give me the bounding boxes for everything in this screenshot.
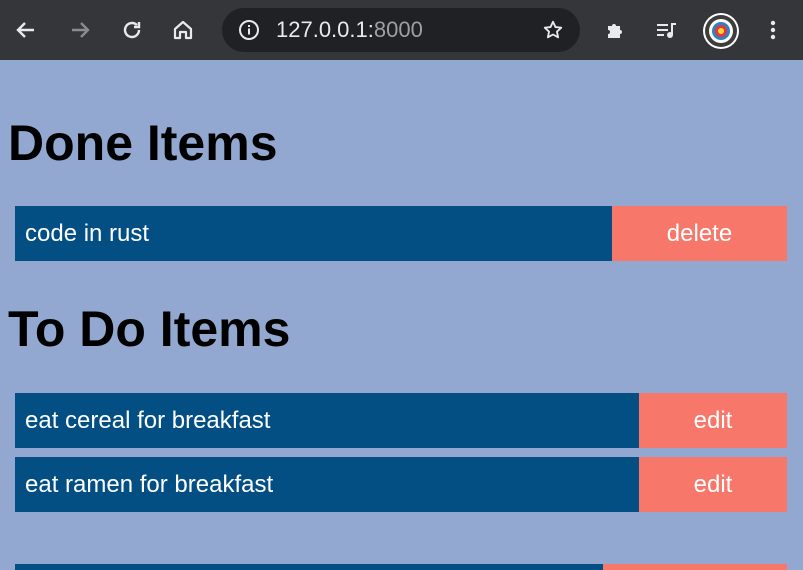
media-queue-icon <box>657 23 676 38</box>
reload-icon <box>123 21 141 39</box>
media-queue-button[interactable] <box>650 12 682 48</box>
todo-items-heading: To Do Items <box>8 301 291 357</box>
delete-button[interactable]: delete <box>612 206 787 261</box>
edit-button[interactable]: edit <box>639 393 787 448</box>
address-bar[interactable]: 127.0.0.1:8000 <box>222 8 580 52</box>
edit-button[interactable]: edit <box>639 457 787 512</box>
home-icon <box>173 20 193 40</box>
todo-item-title: eat ramen for breakfast <box>15 457 639 512</box>
page-content: Done Items code in rust delete To Do Ite… <box>0 60 803 570</box>
puzzle-icon <box>608 24 622 38</box>
url-host: 127.0.0.1: <box>276 17 374 42</box>
todo-item-title: eat cereal for breakfast <box>15 393 639 448</box>
partial-item-row <box>15 564 787 570</box>
forward-button[interactable] <box>64 12 96 48</box>
extensions-button[interactable] <box>600 12 632 48</box>
reload-button[interactable] <box>116 12 148 48</box>
forward-arrow-icon <box>72 22 90 38</box>
address-text[interactable]: 127.0.0.1:8000 <box>276 8 423 52</box>
done-item-row: code in rust delete <box>15 206 787 261</box>
star-icon[interactable] <box>542 19 564 41</box>
kebab-menu-icon <box>770 20 776 40</box>
todo-item-row: eat cereal for breakfast edit <box>15 393 787 448</box>
todo-item-row: eat ramen for breakfast edit <box>15 457 787 512</box>
url-port: 8000 <box>373 17 423 42</box>
info-icon[interactable] <box>238 19 260 41</box>
browser-menu-button[interactable] <box>757 12 789 48</box>
browser-toolbar: 127.0.0.1:8000 <box>0 0 803 60</box>
done-items-heading: Done Items <box>8 115 278 171</box>
partial-item-title <box>15 564 603 570</box>
partial-item-button[interactable] <box>603 564 787 570</box>
back-button[interactable] <box>10 12 42 48</box>
back-arrow-icon <box>16 22 34 38</box>
home-button[interactable] <box>167 12 199 48</box>
target-avatar-icon <box>705 15 737 47</box>
profile-button[interactable] <box>703 13 739 49</box>
done-item-title: code in rust <box>15 206 612 261</box>
